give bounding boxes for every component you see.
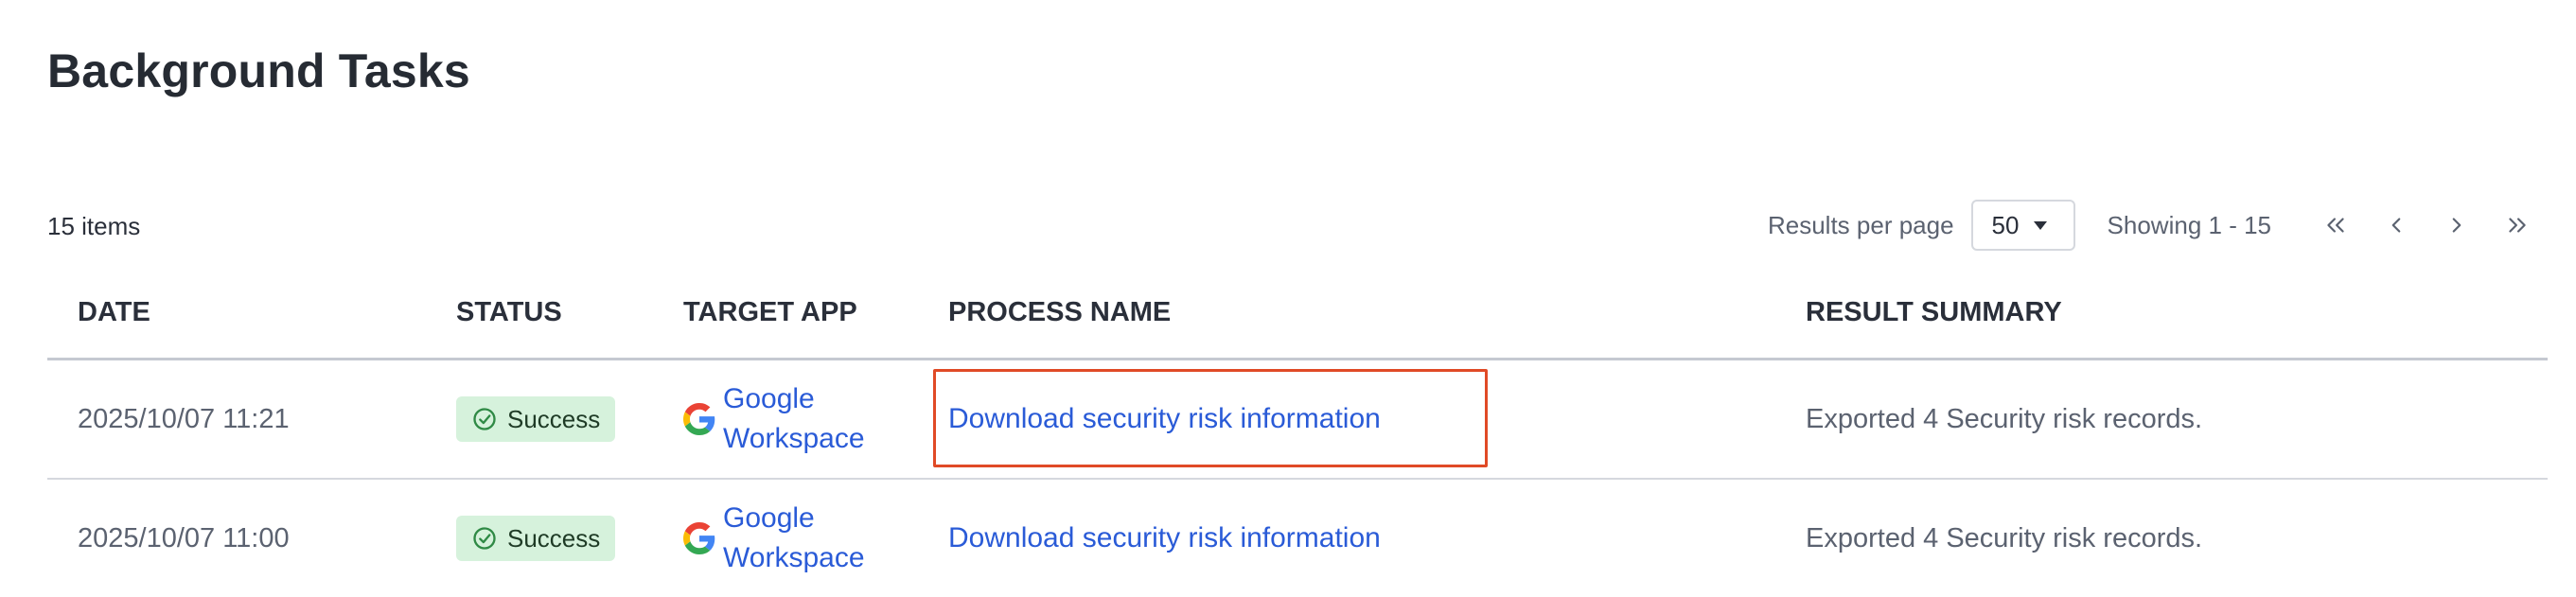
google-logo-icon [683, 403, 715, 435]
row-result-summary: Exported 4 Security risk records. [1806, 403, 2203, 434]
showing-range: Showing 1 - 15 [2107, 210, 2271, 239]
target-app-name-line2: Workspace [723, 542, 865, 573]
check-circle-icon [473, 408, 496, 430]
column-header-result-summary[interactable]: RESULT SUMMARY [1806, 297, 2062, 328]
check-circle-icon [473, 527, 496, 550]
next-page-button[interactable] [2426, 200, 2487, 251]
row-process-cell: Download security risk information [948, 480, 1381, 597]
row-result-summary: Exported 4 Security risk records. [1806, 522, 2203, 553]
previous-page-icon [2391, 218, 2401, 233]
status-badge: Success [456, 516, 616, 561]
row-status-cell: Success [456, 360, 616, 478]
row-process-cell: Download security risk information [948, 360, 1381, 478]
results-per-page-select[interactable]: 50 [1970, 200, 2075, 251]
row-target-app: Google Workspace [683, 360, 865, 478]
items-count: 15 items [47, 212, 141, 240]
google-logo-icon [683, 522, 715, 554]
status-label: Success [507, 404, 601, 433]
target-app-link[interactable]: Google Workspace [723, 499, 865, 578]
table-header: DATE STATUS TARGET APP PROCESS NAME RESU… [47, 284, 2548, 360]
tasks-table: DATE STATUS TARGET APP PROCESS NAME RESU… [47, 284, 2548, 597]
column-header-target-app[interactable]: TARGET APP [683, 297, 857, 328]
table-toolbar: 15 items Results per page 50 Showing 1 -… [47, 197, 2548, 254]
target-app-name-line1: Google [723, 502, 815, 534]
next-page-icon [2452, 218, 2461, 233]
first-page-button[interactable] [2305, 200, 2366, 251]
pagination: Results per page 50 Showing 1 - 15 [1768, 197, 2548, 254]
results-per-page-label: Results per page [1767, 210, 1954, 239]
target-app-name-line1: Google [723, 383, 815, 414]
row-status-cell: Success [456, 480, 616, 597]
process-name-link[interactable]: Download security risk information [948, 403, 1381, 435]
status-label: Success [507, 523, 601, 553]
last-page-icon [2509, 218, 2526, 233]
column-header-date[interactable]: DATE [78, 297, 150, 328]
background-tasks-page: Background Tasks 15 items Results per pa… [0, 0, 2576, 587]
last-page-button[interactable] [2487, 200, 2548, 251]
column-header-process-name[interactable]: PROCESS NAME [948, 297, 1171, 328]
page-title: Background Tasks [47, 44, 470, 97]
row-date: 2025/10/07 11:21 [78, 403, 290, 434]
first-page-icon [2327, 218, 2344, 233]
row-date: 2025/10/07 11:00 [78, 522, 290, 553]
table-row: 2025/10/07 11:00 Success Google Workspac… [47, 480, 2548, 597]
process-name-link[interactable]: Download security risk information [948, 522, 1381, 554]
status-badge: Success [456, 396, 616, 442]
column-header-status[interactable]: STATUS [456, 297, 562, 328]
target-app-name-line2: Workspace [723, 423, 865, 454]
table-row: 2025/10/07 11:21 Success Google Workspac… [47, 360, 2548, 480]
results-per-page-value: 50 [1991, 210, 2020, 239]
caret-down-icon [2034, 220, 2048, 230]
row-target-app: Google Workspace [683, 480, 865, 597]
target-app-link[interactable]: Google Workspace [723, 379, 865, 459]
previous-page-button[interactable] [2366, 200, 2426, 251]
